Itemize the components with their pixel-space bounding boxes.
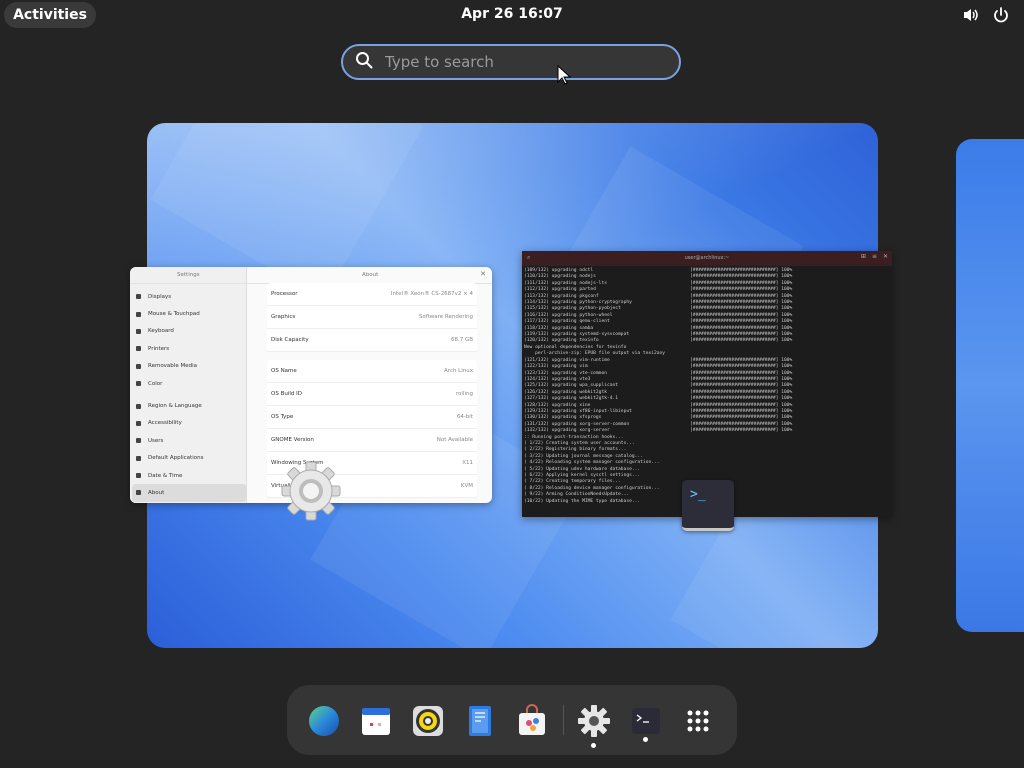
settings-titlebar: Settings About ✕ <box>130 267 492 284</box>
dash <box>287 685 737 755</box>
settings-icon[interactable] <box>577 704 611 738</box>
power-icon[interactable] <box>992 6 1010 24</box>
sidebar-item-date-time[interactable]: Date & Time <box>132 467 246 484</box>
info-label: GNOME Version <box>271 437 314 443</box>
sidebar-item-label: Mouse & Touchpad <box>148 311 200 318</box>
show-apps-icon[interactable] <box>681 704 715 738</box>
sidebar-item-default-applications[interactable]: Default Applications <box>132 450 246 467</box>
info-value: Not Available <box>436 437 473 443</box>
keyboard-icon <box>136 328 141 334</box>
info-value: KVM <box>460 483 473 489</box>
info-row: OS Name Arch Linux <box>267 360 477 383</box>
sidebar-item-label: Default Applications <box>148 455 204 462</box>
mouse-cursor-icon <box>557 64 572 89</box>
sidebar-item-label: Color <box>148 380 163 387</box>
accessibility-icon <box>136 420 141 426</box>
info-row: OS Type 64-bit <box>267 406 477 429</box>
sidebar-item-accessibility[interactable]: Accessibility <box>132 415 246 432</box>
search-icon <box>355 51 373 73</box>
terminal-window[interactable]: ⌕ user@archlinux:~ ⊞ ≡ ✕ (109/132) upgra… <box>522 251 892 517</box>
info-value: Intel® Xeon® CS-2687v2 × 4 <box>390 291 473 297</box>
sidebar-item-users[interactable]: Users <box>132 432 246 449</box>
info-value: rolling <box>455 391 473 397</box>
sidebar-item-color[interactable]: Color <box>132 375 246 392</box>
mouse-icon <box>136 311 141 317</box>
search-bar[interactable] <box>341 44 681 80</box>
close-icon[interactable]: ✕ <box>480 270 486 278</box>
star-icon <box>136 455 141 461</box>
sidebar-item-label: Keyboard <box>148 328 174 335</box>
terminal-prompt-glyph: >_ <box>690 487 706 502</box>
info-label: OS Type <box>271 414 294 420</box>
terminal-icon[interactable] <box>629 704 663 738</box>
media-icon <box>136 363 141 369</box>
info-value: 68.7 GB <box>450 337 473 343</box>
terminal-window-app-icon: >_ <box>682 480 734 531</box>
display-icon <box>136 294 141 300</box>
info-row: Graphics Software Rendering <box>267 306 477 329</box>
sidebar-item-mouse-touchpad[interactable]: Mouse & Touchpad <box>132 305 246 322</box>
info-label: Disk Capacity <box>271 337 309 343</box>
sidebar-item-label: Displays <box>148 293 172 300</box>
dash-separator <box>563 705 564 735</box>
sidebar-item-about[interactable]: About <box>132 484 246 502</box>
info-label: Graphics <box>271 314 296 320</box>
sidebar-item-keyboard[interactable]: Keyboard <box>132 323 246 340</box>
users-icon <box>136 438 141 444</box>
clock-icon <box>136 473 141 479</box>
info-icon <box>136 490 141 496</box>
sidebar-item-label: About <box>148 489 165 496</box>
settings-sidebar: Displays Mouse & Touchpad Keyboard Printers… <box>130 267 247 503</box>
info-row: Processor Intel® Xeon® CS-2687v2 × 4 <box>267 283 477 306</box>
volume-icon[interactable] <box>962 6 980 24</box>
sidebar-item-label: Region & Language <box>148 403 202 410</box>
activities-button[interactable]: Activities <box>4 2 96 28</box>
info-row: Disk Capacity 68.7 GB <box>267 329 477 352</box>
close-icon[interactable]: ✕ <box>883 253 888 260</box>
software-store-icon[interactable] <box>515 704 549 738</box>
settings-window-app-icon <box>280 460 342 526</box>
sidebar-item-region-language[interactable]: Region & Language <box>132 397 246 414</box>
sidebar-item-label: Users <box>148 437 164 444</box>
rhythmbox-icon[interactable] <box>411 704 445 738</box>
sidebar-item-label: Printers <box>148 345 170 352</box>
info-value: Arch Linux <box>444 368 473 374</box>
info-label: OS Name <box>271 368 297 374</box>
terminal-titlebar: ⌕ user@archlinux:~ ⊞ ≡ ✕ <box>522 251 892 266</box>
terminal-title: user@archlinux:~ <box>684 255 730 261</box>
settings-sidebar-title: Settings <box>177 272 200 278</box>
info-label: OS Build ID <box>271 391 302 397</box>
info-value: X11 <box>462 460 473 466</box>
calendar-icon[interactable] <box>359 704 393 738</box>
sidebar-item-printers[interactable]: Printers <box>132 340 246 357</box>
terminal-output: (109/132) upgrading ndctl [#############… <box>524 268 793 504</box>
info-label: Processor <box>271 291 298 297</box>
next-workspace-thumbnail[interactable] <box>956 139 1024 632</box>
text-editor-icon[interactable] <box>463 704 497 738</box>
settings-page-title: About <box>362 272 379 278</box>
info-value: Software Rendering <box>418 314 473 320</box>
search-input[interactable] <box>383 52 647 72</box>
info-value: 64-bit <box>456 414 473 420</box>
clock[interactable]: Apr 26 16:07 <box>440 6 584 22</box>
flag-icon <box>136 403 141 409</box>
menu-icon[interactable]: ≡ <box>872 253 877 260</box>
sidebar-item-displays[interactable]: Displays <box>132 288 246 305</box>
sidebar-item-removable-media[interactable]: Removable Media <box>132 358 246 375</box>
system-tray[interactable] <box>962 6 1010 24</box>
sidebar-item-label: Accessibility <box>148 420 182 427</box>
running-indicator <box>643 737 648 742</box>
web-browser-icon[interactable] <box>307 704 341 738</box>
info-row: GNOME Version Not Available <box>267 429 477 452</box>
info-row: OS Build ID rolling <box>267 383 477 406</box>
sidebar-item-label: Removable Media <box>148 363 197 370</box>
hardware-card: Processor Intel® Xeon® CS-2687v2 × 4 Graph… <box>267 283 477 352</box>
color-icon <box>136 381 141 387</box>
running-indicator <box>591 743 596 748</box>
printer-icon <box>136 346 141 352</box>
new-tab-icon[interactable]: ⊞ <box>861 253 866 260</box>
sidebar-item-label: Date & Time <box>148 472 183 479</box>
